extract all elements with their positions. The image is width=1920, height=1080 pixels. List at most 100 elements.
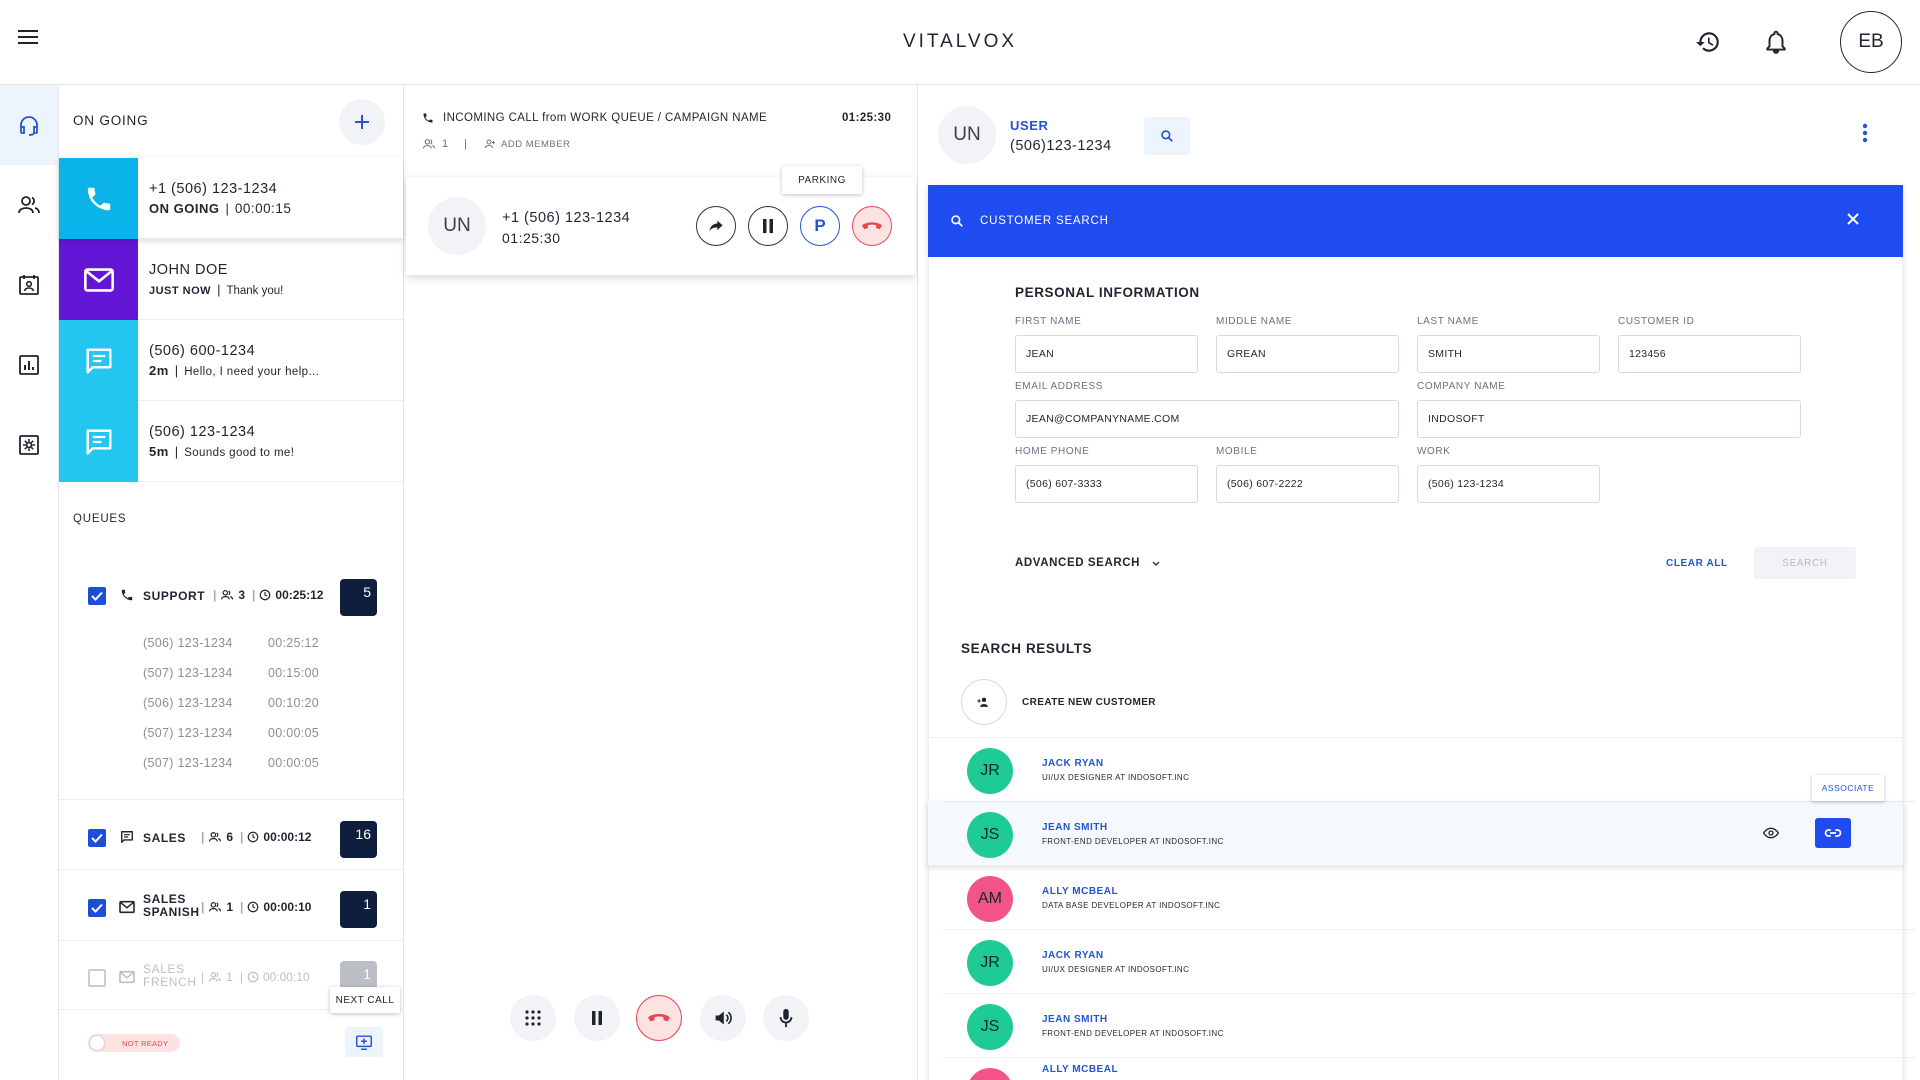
more-vert-icon[interactable] [1862, 123, 1868, 143]
result-name[interactable]: ALLY MCBEAL [1042, 886, 1118, 897]
result-name[interactable]: ALLY MCBEAL [1042, 1064, 1118, 1075]
settings-icon [19, 435, 39, 455]
result-name[interactable]: JACK RYAN [1042, 758, 1104, 769]
hold-button[interactable] [748, 206, 788, 246]
queue-checkbox[interactable] [88, 829, 106, 847]
queue-checkbox[interactable] [88, 969, 106, 987]
first-name-label: FIRST NAME [1015, 316, 1082, 327]
next-call-button[interactable] [345, 1027, 383, 1057]
create-customer-label[interactable]: CREATE NEW CUSTOMER [1022, 697, 1156, 708]
status-toggle[interactable]: NOT READY [88, 1034, 180, 1052]
hangup-button-bottom[interactable] [636, 995, 682, 1041]
queue-support[interactable]: SUPPORT | 3 | 00:25:12 5 [59, 579, 403, 639]
queue-checkbox[interactable] [88, 899, 106, 917]
link-icon [1824, 829, 1842, 837]
create-customer-button[interactable] [961, 679, 1007, 725]
result-name[interactable]: JACK RYAN [1042, 950, 1104, 961]
queue-sales[interactable]: SALES | 6 | 00:00:12 16 [59, 821, 403, 881]
people-icon [209, 902, 222, 912]
result-row[interactable]: AM ALLY MCBEAL DATA BASE DEVELOPER AT IN… [943, 866, 1915, 930]
queue-sales-spanish[interactable]: SALES SPANISH | 1 | 00:00:10 1 [59, 891, 403, 951]
pause-icon [592, 1011, 602, 1025]
conversation-item[interactable]: (506) 600-1234 2m | Hello, I need your hel… [59, 320, 403, 401]
middle-name-label: MIDDLE NAME [1216, 316, 1293, 327]
middle-name-field[interactable]: GREAN [1216, 335, 1399, 373]
work-field[interactable]: (506) 123-1234 [1417, 465, 1600, 503]
bell-icon[interactable] [1763, 28, 1789, 56]
microphone-button[interactable] [763, 995, 809, 1041]
result-name[interactable]: JEAN SMITH [1042, 1014, 1108, 1025]
user-avatar[interactable]: EB [1840, 11, 1902, 73]
nav-headset[interactable] [0, 85, 58, 165]
work-label: WORK [1417, 446, 1451, 457]
company-field[interactable]: INDOSOFT [1417, 400, 1801, 438]
mobile-field[interactable]: (506) 607-2222 [1216, 465, 1399, 503]
clear-all-button[interactable]: CLEAR ALL [1666, 558, 1728, 569]
caller-avatar: UN [428, 197, 486, 255]
chat-icon [59, 401, 138, 482]
result-row[interactable]: JS JEAN SMITH FRONT-END DEVELOPER AT IND… [943, 994, 1915, 1058]
volume-button[interactable] [700, 995, 746, 1041]
queue-meta: | 1 | 00:00:10 [201, 970, 310, 984]
parking-button[interactable]: P [800, 206, 840, 246]
associate-button[interactable] [1815, 818, 1851, 848]
queue-name: SALES [143, 831, 187, 845]
hold-button-bottom[interactable] [574, 995, 620, 1041]
call-members: 1 | [422, 138, 477, 150]
search-icon [950, 214, 964, 228]
result-row[interactable]: JR JACK RYAN UI/UX DESIGNER AT INDOSOFT.… [943, 930, 1915, 994]
queue-count-badge: 1 [340, 891, 377, 928]
queued-call-row[interactable]: (507) 123-1234 00:15:00 [143, 663, 437, 687]
hangup-button[interactable] [852, 206, 892, 246]
conversation-item[interactable]: (506) 123-1234 5m | Sounds good to me! [59, 401, 403, 482]
transfer-button[interactable] [696, 206, 736, 246]
nav-contacts[interactable] [0, 165, 58, 245]
result-row[interactable]: ALLY MCBEAL [943, 1058, 1915, 1080]
search-button[interactable]: SEARCH [1754, 547, 1856, 579]
view-icon[interactable] [1763, 827, 1779, 839]
advanced-search-toggle[interactable]: ADVANCED SEARCH [1015, 557, 1160, 569]
conversation-item[interactable]: +1 (506) 123-1234 ON GOING | 00:00:15 [59, 158, 403, 239]
conversation-title: (506) 123-1234 [149, 424, 256, 440]
customer-search-button[interactable] [1144, 117, 1190, 155]
conversation-item[interactable]: JOHN DOE JUST NOW | Thank you! [59, 239, 403, 320]
customer-id-field[interactable]: 123456 [1618, 335, 1801, 373]
queued-call-row[interactable]: (507) 123-1234 00:00:05 [143, 753, 437, 777]
phone-icon [59, 158, 138, 239]
next-call-icon [356, 1035, 372, 1050]
add-member-button[interactable]: ADD MEMBER [484, 138, 570, 150]
nav-calendar[interactable] [0, 245, 58, 325]
result-avatar: AM [967, 876, 1013, 922]
volume-icon [715, 1011, 732, 1025]
result-row-selected[interactable]: JS JEAN SMITH FRONT-END DEVELOPER AT IND… [928, 802, 1903, 866]
add-conversation-button[interactable] [339, 99, 385, 145]
customer-phone: (506)123-1234 [1010, 138, 1112, 154]
email-field[interactable]: JEAN@COMPANYNAME.COM [1015, 400, 1399, 438]
nav-reports[interactable] [0, 325, 58, 405]
last-name-label: LAST NAME [1417, 316, 1479, 327]
chat-icon [120, 830, 134, 844]
first-name-field[interactable]: JEAN [1015, 335, 1198, 373]
clock-icon [260, 589, 271, 601]
contact-calendar-icon [19, 275, 39, 295]
hangup-icon [648, 1014, 670, 1022]
result-name[interactable]: JEAN SMITH [1042, 822, 1108, 833]
queue-checkbox[interactable] [88, 587, 106, 605]
history-icon[interactable] [1695, 29, 1721, 55]
result-row[interactable]: JR JACK RYAN UI/UX DESIGNER AT INDOSOFT.… [943, 738, 1915, 802]
home-phone-field[interactable]: (506) 607-3333 [1015, 465, 1198, 503]
clock-icon [248, 831, 259, 843]
nav-settings[interactable] [0, 405, 58, 485]
queued-call-row[interactable]: (507) 123-1234 00:00:05 [143, 723, 437, 747]
result-role: FRONT-END DEVELOPER AT INDOSOFT.INC [1042, 1029, 1224, 1038]
queued-call-row[interactable]: (506) 123-1234 00:10:20 [143, 693, 437, 717]
conversation-status: ON GOING | 00:00:15 [149, 201, 292, 216]
last-name-field[interactable]: SMITH [1417, 335, 1600, 373]
add-person-icon [485, 139, 495, 149]
conversation-status: JUST NOW | Thank you! [149, 282, 284, 297]
dialpad-button[interactable] [510, 995, 556, 1041]
queue-name: SALES FRENCH [143, 962, 197, 989]
queued-call-row[interactable]: (506) 123-1234 00:25:12 [143, 633, 437, 657]
close-icon[interactable] [1847, 213, 1859, 225]
conversation-status: 5m | Sounds good to me! [149, 444, 295, 459]
